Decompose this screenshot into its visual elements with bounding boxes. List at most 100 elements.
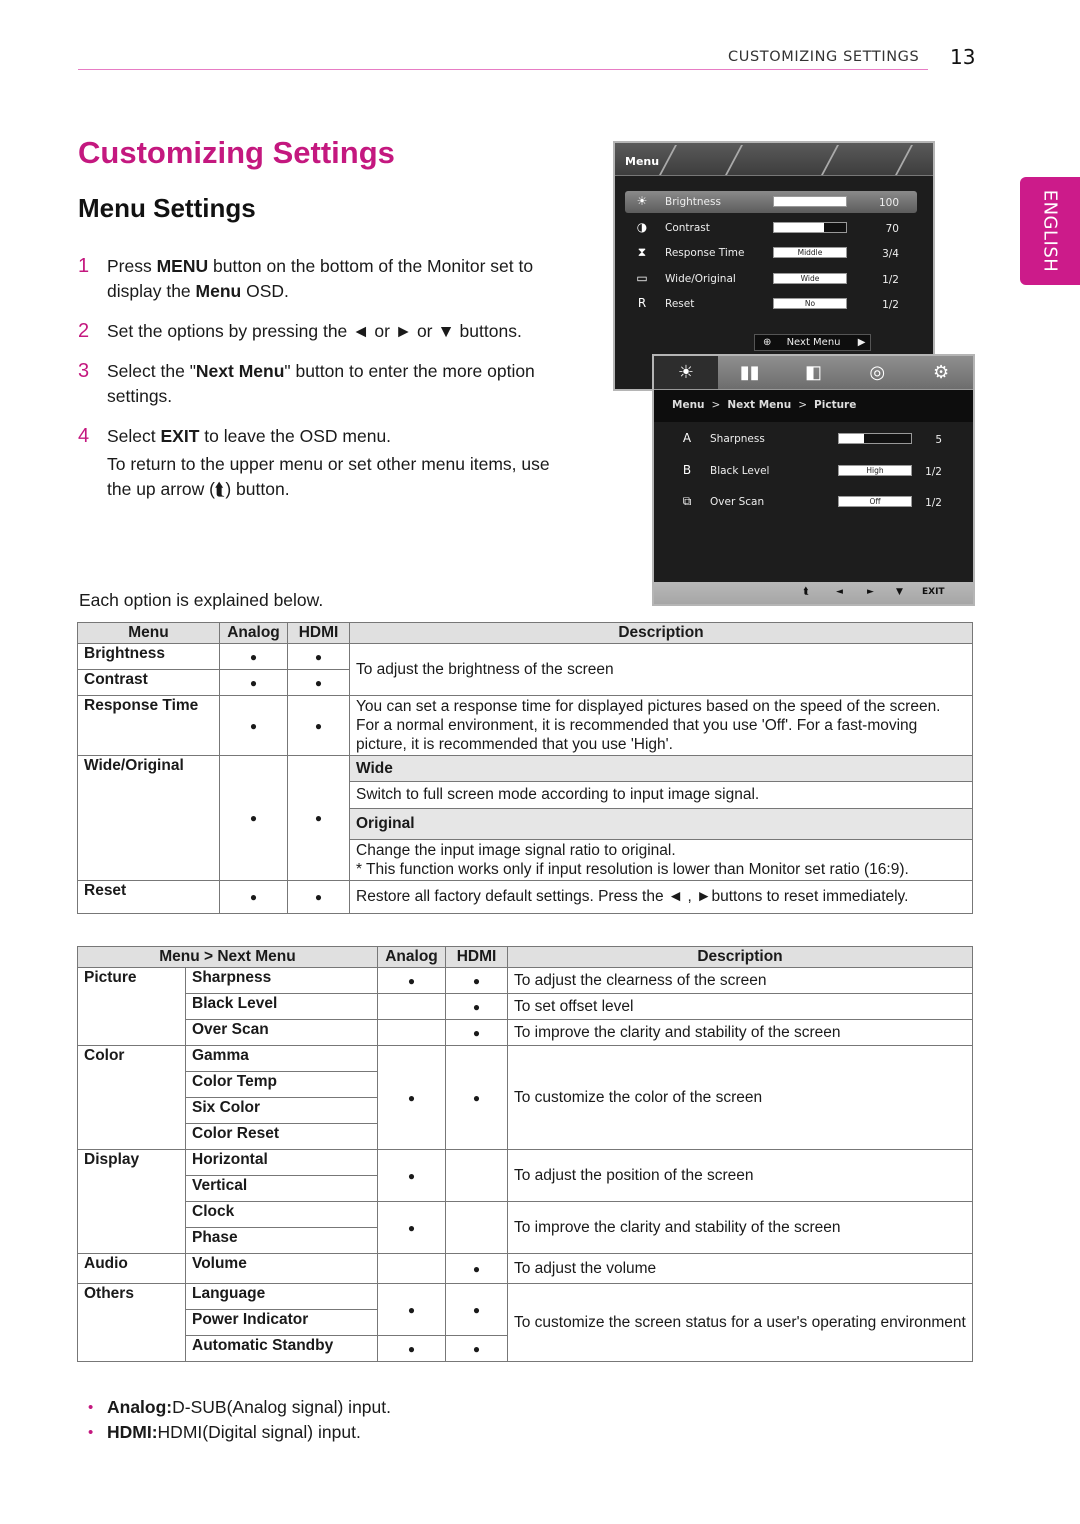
osd-row-over-scan[interactable]: ⧉ Over Scan Off 1/2: [670, 491, 960, 513]
table-cell: To improve the clarity and stability of …: [507, 1019, 973, 1046]
osd-slider-fill: [774, 197, 846, 206]
table-cell: [377, 1019, 446, 1046]
step: 4 Select EXIT to leave the OSD menu. To …: [78, 425, 550, 499]
table-cell: Sharpness: [185, 967, 378, 994]
table-cell: To adjust the position of the screen: [507, 1149, 973, 1202]
osd-row-label: Contrast: [665, 221, 710, 234]
table-cell: ●: [377, 1149, 446, 1202]
osd-option-value: Middle: [797, 248, 823, 257]
table-cell: ●: [287, 755, 350, 881]
table-cell: To set offset level: [507, 993, 973, 1020]
table-cell: To adjust the volume: [507, 1253, 973, 1284]
wide-original-icon: ▭: [636, 270, 648, 285]
table-cell: ●: [377, 1283, 446, 1336]
osd-title-bar: Menu: [615, 143, 933, 176]
table-cell: ●: [445, 993, 508, 1020]
display-tab-icon[interactable]: ◧: [782, 356, 846, 389]
osd-row-value: 3/4: [882, 248, 899, 260]
table-row: Color Gamma ● ● To customize the color of …: [77, 1045, 973, 1150]
column-header: HDMI: [287, 622, 350, 644]
next-menu-button[interactable]: ⊕ Next Menu ▶: [754, 334, 871, 351]
column-header: Menu: [77, 622, 220, 644]
step: 2 Set the options by pressing the ◄ or ►…: [78, 320, 522, 342]
osd-option-value: High: [866, 465, 884, 475]
osd-row-label: Reset: [665, 298, 695, 310]
osd-row-wide-original[interactable]: ▭ Wide/Original Wide 1/2: [625, 268, 917, 290]
table-cell: Others: [77, 1283, 186, 1362]
table-row: Black Level ● To set offset level: [78, 993, 973, 1020]
osd-option-value: Wide: [800, 273, 820, 283]
exit-button[interactable]: EXIT: [922, 587, 945, 597]
table-cell: ●: [219, 643, 288, 670]
table-row: Audio Volume ● To adjust the volume: [77, 1253, 973, 1284]
osd-row-label: Wide/Original: [665, 272, 736, 285]
table-cell: ●: [377, 967, 446, 994]
osd-row-sharpness[interactable]: A Sharpness 5: [670, 428, 960, 450]
table-row: Picture Sharpness ● ● To adjust the clearne…: [77, 967, 973, 1046]
down-arrow-icon[interactable]: ▼: [896, 587, 903, 597]
table-header: Menu Analog HDMI Description: [77, 622, 973, 644]
table-cell: To adjust the clearness of the screen: [507, 967, 973, 994]
column-header: Description: [349, 622, 973, 644]
table-cell: Change the input image signal ratio to o…: [349, 839, 973, 881]
osd-tab-bar: ☀ ▮▮ ◧ ◎ ⚙: [654, 356, 973, 390]
table-cell: ●: [219, 755, 288, 881]
plus-icon: ⊕: [763, 337, 772, 348]
osd-option-box[interactable]: High: [838, 464, 912, 476]
audio-tab-icon[interactable]: ◎: [845, 356, 909, 389]
osd-next-menu: ☀ ▮▮ ◧ ◎ ⚙ Menu > Next Menu > Picture A Sharp…: [652, 354, 975, 606]
color-tab-icon[interactable]: ▮▮: [718, 356, 782, 389]
osd-option-value: No: [804, 299, 816, 308]
osd-row-contrast[interactable]: ◑ Contrast 70: [625, 217, 917, 239]
table-header: Menu > Next Menu Analog HDMI Description: [77, 946, 973, 968]
column-header: Description: [507, 946, 973, 968]
up-arrow-icon[interactable]: ⮬: [804, 587, 809, 597]
legend-item: • Analog: D-SUB(Analog signal) input.: [88, 1397, 391, 1417]
osd-breadcrumb: Menu > Next Menu > Picture: [654, 390, 973, 422]
osd-option-box[interactable]: Off: [838, 496, 912, 507]
table-row: Brightness ● ● To adjust the brightness of…: [77, 643, 973, 696]
osd-row-response-time[interactable]: ⧗ Response Time Middle 3/4: [625, 242, 917, 264]
osd-slider[interactable]: [773, 196, 847, 207]
table-cell: Phase: [185, 1227, 378, 1254]
osd-slider[interactable]: [838, 433, 912, 444]
steps-list: 1 Press MENU button on the bottom of the…: [78, 254, 558, 517]
left-arrow-icon[interactable]: ◄: [836, 587, 843, 597]
page-number: 13: [950, 45, 976, 69]
table-cell: ●: [219, 695, 288, 756]
osd-row-reset[interactable]: R Reset No 1/2: [625, 293, 917, 315]
table-cell: ●: [377, 1201, 446, 1254]
table-cell: Color: [77, 1045, 186, 1150]
over-scan-icon: ⧉: [682, 494, 692, 508]
step: 3 Select the "Next Menu" button to enter…: [78, 360, 535, 406]
osd-slider-fill: [839, 434, 865, 443]
osd-row-label: Black Level: [710, 464, 770, 477]
table-cell: Power Indicator: [185, 1309, 378, 1336]
table-cell: [377, 1253, 446, 1284]
table-cell: ●: [287, 669, 350, 696]
osd-row-brightness[interactable]: ☀ Brightness 100: [625, 191, 917, 213]
table-cell: You can set a response time for displaye…: [349, 695, 973, 756]
table-cell: Black Level: [185, 993, 378, 1020]
table-cell: ●: [287, 695, 350, 756]
table-cell: Color Temp: [185, 1071, 378, 1098]
contrast-icon: ◑: [636, 219, 648, 234]
running-header: CUSTOMIZING SETTINGS: [728, 49, 920, 65]
osd-option-box[interactable]: Middle: [773, 247, 847, 258]
table-cell: ●: [445, 1045, 508, 1150]
osd-row-black-level[interactable]: B Black Level High 1/2: [670, 460, 960, 482]
play-icon: ▶: [857, 337, 866, 348]
table-cell: [445, 1201, 508, 1254]
table-row: Wide/Original ● ● Wide: [77, 755, 973, 881]
right-arrow-icon[interactable]: ►: [867, 587, 874, 597]
table-cell: ●: [445, 967, 508, 994]
section-title: Menu Settings: [78, 193, 256, 223]
osd-slider[interactable]: [773, 221, 847, 233]
table-cell: Brightness: [77, 643, 220, 670]
osd-option-box[interactable]: No: [773, 298, 847, 309]
picture-tab-icon[interactable]: ☀: [654, 356, 718, 389]
osd-option-box[interactable]: Wide: [773, 272, 847, 284]
others-tab-icon[interactable]: ⚙: [909, 356, 973, 389]
table-cell: ●: [219, 669, 288, 696]
column-header: Analog: [219, 622, 288, 644]
